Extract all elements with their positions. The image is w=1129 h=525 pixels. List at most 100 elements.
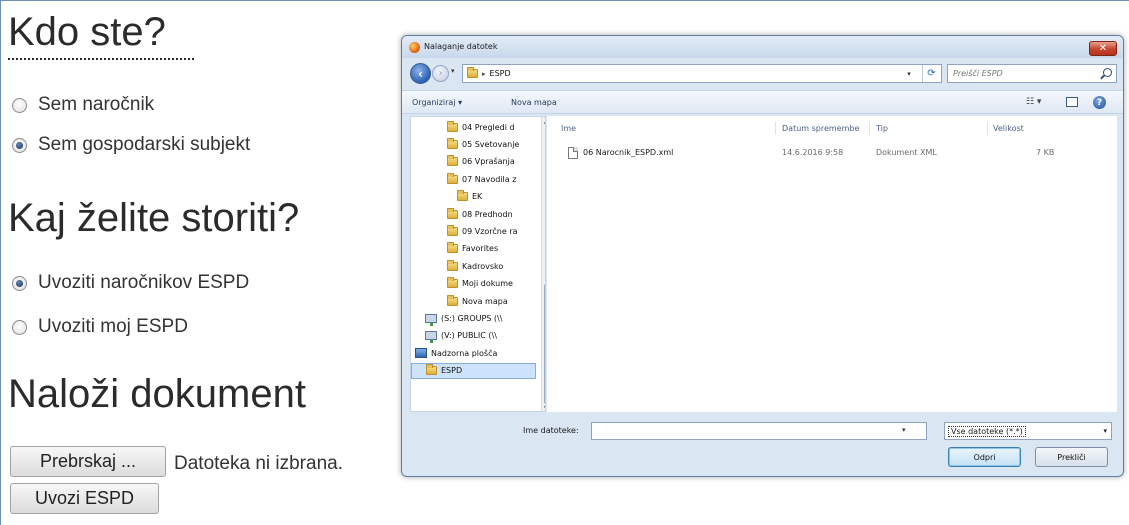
recent-locations-dropdown-icon[interactable]: ▾ [451,67,455,75]
network-drive-icon [425,313,437,326]
tree-item[interactable]: ESPD [411,362,536,379]
column-divider[interactable] [869,122,870,135]
tree-item-label: 09 Vzorčne ra [462,226,518,236]
folder-icon [447,277,458,289]
folder-icon [447,294,458,306]
refresh-icon[interactable]: ⟳ [922,65,940,82]
scrollbar-thumb[interactable] [544,284,545,404]
tree-item[interactable]: EK [411,189,482,205]
tree-item[interactable]: Kadrovsko [411,258,503,274]
control-panel-icon [415,348,427,359]
tree-item[interactable]: (V:) PUBLIC (\\ [411,328,497,344]
new-folder-button[interactable]: Nova mapa [511,98,557,107]
folder-icon [447,172,458,184]
who-heading: Kdo ste? [8,10,166,54]
column-header-name[interactable]: Ime [561,124,576,133]
help-icon[interactable]: ? [1093,96,1106,109]
forward-arrow-icon[interactable]: › [432,65,449,82]
tree-item-label: 05 Svetovanje [462,139,520,149]
breadcrumb-separator-icon: ▸ [482,69,486,78]
scroll-down-icon[interactable]: ▼ [544,405,545,411]
tree-item[interactable]: 07 Navodila z [411,171,516,187]
folder-icon [447,259,458,271]
search-input[interactable] [953,69,1093,78]
tree-item-label: 04 Pregledi d [462,122,515,132]
back-arrow-icon[interactable]: ‹ [410,63,431,84]
folder-icon [447,137,458,149]
search-box[interactable] [947,64,1117,83]
radio-label: Uvoziti naročnikov ESPD [38,272,250,293]
folder-icon [426,364,437,376]
radio-button[interactable] [12,319,27,335]
dialog-titlebar[interactable]: Nalaganje datotek ✕ [402,36,1123,58]
radio-button[interactable] [12,275,27,291]
tree-item[interactable]: Nova mapa [411,293,508,309]
upload-heading: Naloži dokument [8,372,306,416]
tree-item-label: (S:) GROUPS (\\ [441,313,503,323]
open-button[interactable]: Odpri [948,447,1021,467]
navigation-pane: 04 Pregledi d 05 Svetovanje 06 Vprašanja 07… [410,116,546,412]
tree-item[interactable]: (S:) GROUPS (\\ [411,310,502,326]
radio-label: Sem gospodarski subjekt [38,134,251,155]
file-row[interactable]: 06 Narocnik_ESPD.xml 14.6.2016 9:58 Doku… [547,146,1117,162]
chevron-down-icon: ▾ [1103,427,1107,435]
cancel-button[interactable]: Prekliči [1035,447,1108,467]
radio-button[interactable] [12,137,27,153]
folder-icon [457,190,468,202]
tree-item-label: 06 Vprašanja [462,157,515,167]
radio-label: Uvoziti moj ESPD [38,316,188,337]
file-type: Dokument XML [876,148,937,157]
tree-item[interactable]: 08 Predhodn [411,206,513,222]
tree-item-label: Favorites [462,244,499,254]
filename-label: Ime datoteke: [523,426,579,435]
tree-item-label: 08 Predhodn [462,209,513,219]
xml-file-icon [568,147,578,159]
file-type-filter-select[interactable]: Vse datoteke (*.*) ▾ [944,422,1112,440]
radio-contracting-authority[interactable]: Sem naročnik [12,94,154,116]
tree-item-label: 07 Navodila z [462,174,517,184]
filename-input[interactable] [591,422,927,440]
navigation-scrollbar[interactable]: ▲ ▼ [541,117,545,411]
column-header-size[interactable]: Velikost [993,124,1024,133]
close-button[interactable]: ✕ [1089,41,1117,56]
import-espd-button[interactable]: Uvozi ESPD [10,483,159,514]
file-name: 06 Narocnik_ESPD.xml [583,148,674,157]
column-header-type[interactable]: Tip [876,124,888,133]
address-row: ‹ › ▾ ▸ ESPD ▾ ⟳ [402,58,1123,88]
tree-item[interactable]: 06 Vprašanja [411,154,515,170]
folder-icon [447,224,458,236]
column-header-date[interactable]: Datum spremembe [782,124,859,133]
tree-item[interactable]: 05 Svetovanje [411,136,519,152]
address-bar[interactable]: ▸ ESPD [462,64,942,83]
tree-item-label: Kadrovsko [462,261,504,271]
tree-item[interactable]: 09 Vzorčne ra [411,223,518,239]
radio-import-my-espd[interactable]: Uvoziti moj ESPD [12,316,188,338]
file-date: 14.6.2016 9:58 [782,148,844,157]
organize-menu[interactable]: Organiziraj ▾ [412,98,462,107]
file-upload-dialog: Nalaganje datotek ✕ ‹ › ▾ ▸ ESPD ▾ ⟳ Org… [401,35,1124,477]
folder-icon [447,155,458,167]
scroll-up-icon[interactable]: ▲ [544,118,545,125]
tree-item-label: Moji dokume [462,279,513,289]
radio-economic-operator[interactable]: Sem gospodarski subjekt [12,134,250,156]
search-icon[interactable] [1103,68,1112,77]
filename-dropdown-icon[interactable]: ▾ [902,426,906,434]
browse-button[interactable]: Prebrskaj ... [10,446,166,477]
radio-import-authority-espd[interactable]: Uvoziti naročnikov ESPD [12,272,249,294]
view-options-icon[interactable]: ☷ ▾ [1026,97,1041,107]
preview-pane-icon[interactable] [1066,97,1078,107]
tree-item[interactable]: Moji dokume [411,276,513,292]
no-file-text: Datoteka ni izbrana. [174,453,343,474]
radio-button[interactable] [12,97,27,113]
breadcrumb-folder[interactable]: ESPD [490,69,511,78]
column-divider[interactable] [775,122,776,135]
tree-item[interactable]: Nadzorna plošča [411,345,497,361]
column-divider[interactable] [987,122,988,135]
tree-item-label: Nova mapa [462,296,508,306]
tree-item-label: Nadzorna plošča [431,348,498,358]
tree-item[interactable]: 04 Pregledi d [411,119,515,135]
file-size: 7 KB [1036,148,1055,157]
address-dropdown-icon[interactable]: ▾ [903,65,915,82]
tree-item[interactable]: Favorites [411,241,498,257]
folder-icon [447,207,458,219]
